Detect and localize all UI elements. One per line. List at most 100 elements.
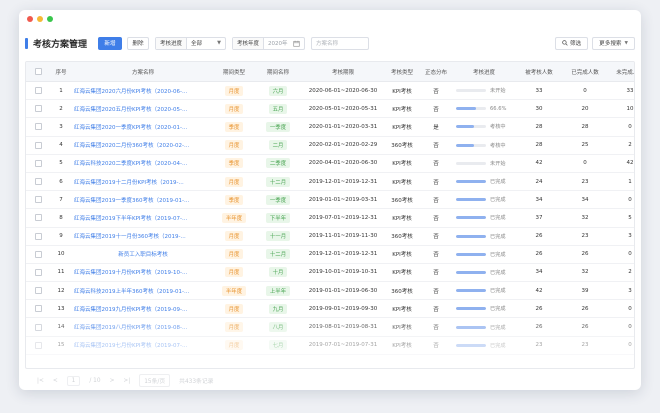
progress-filter[interactable]: 考核进度 全部 ▼ bbox=[155, 36, 227, 50]
new-button[interactable]: 新增 bbox=[98, 36, 123, 50]
delete-button[interactable]: 删除 bbox=[127, 36, 150, 50]
table-row[interactable]: 12 红海云科技2019上半年360考核（2019-01-... 半年度 上半年 201… bbox=[26, 282, 634, 301]
page-input[interactable]: 1 bbox=[66, 375, 81, 386]
plan-name-link[interactable]: 红海云集团2019十一月份360考核（2019-... bbox=[72, 232, 214, 240]
close-window-button[interactable] bbox=[27, 16, 33, 22]
table-row[interactable]: 8 红海云集团2019下半年KPI考核（2019-07-... 半年度 下半年 2019… bbox=[26, 209, 634, 228]
row-select-cell[interactable] bbox=[26, 123, 50, 131]
search-input[interactable]: 方案名称 bbox=[311, 36, 370, 50]
select-all-cell[interactable] bbox=[26, 68, 50, 75]
row-checkbox[interactable] bbox=[34, 250, 42, 258]
row-checkbox[interactable] bbox=[34, 214, 42, 222]
row-checkbox[interactable] bbox=[34, 287, 42, 295]
plan-name-link[interactable]: 红海云集团2019七月份KPI考核（2019-07-... bbox=[72, 341, 214, 349]
table-row[interactable]: 4 红海云集团2020二月份360考核（2020-02-... 月度 二月 2020-0… bbox=[26, 137, 634, 155]
table-row[interactable]: 3 红海云集团2020一季度KPI考核（2020-01-... 季度 一季度 2020-… bbox=[26, 118, 634, 137]
progress-bar bbox=[456, 343, 486, 347]
next-page-icon[interactable]: > bbox=[110, 378, 115, 384]
row-checkbox[interactable] bbox=[34, 196, 42, 204]
plan-name-link[interactable]: 红海云集团2019八月份KPI考核（2019-08-... bbox=[72, 323, 214, 331]
progress-fill bbox=[456, 270, 486, 274]
row-checkbox[interactable] bbox=[34, 123, 42, 131]
plan-name-link[interactable]: 红海云集团2020五月份KPI考核（2020-05-... bbox=[72, 105, 214, 113]
row-select-cell[interactable] bbox=[26, 250, 50, 258]
plan-name-link[interactable]: 红海云集团2019十二月份KPI考核（2019-... bbox=[72, 178, 214, 186]
year-filter-picker[interactable]: 2020年 bbox=[264, 39, 304, 47]
year-filter[interactable]: 考核年度 2020年 bbox=[232, 36, 306, 50]
progress-fill bbox=[456, 107, 476, 111]
row-select-cell[interactable] bbox=[26, 214, 50, 222]
filter-button-label: 筛选 bbox=[569, 41, 582, 47]
row-select-cell[interactable] bbox=[26, 323, 50, 331]
row-checkbox[interactable] bbox=[34, 159, 42, 167]
page-size-select[interactable]: 15条/页 bbox=[139, 374, 171, 387]
period-type-cell: 季度 bbox=[214, 121, 254, 132]
first-page-icon[interactable]: |< bbox=[37, 378, 44, 384]
table-row[interactable]: 5 红海云科技2020二季度KPI考核（2020-04-... 季度 二季度 2020-… bbox=[26, 155, 634, 173]
plan-name-link[interactable]: 红海云集团2019十月份KPI考核（2019-10-... bbox=[72, 268, 214, 276]
row-select-cell[interactable] bbox=[26, 232, 50, 240]
table-row[interactable]: 10 新员工入职目标考核 月度 十二月 2019-12-01~2019-12-31 KPI… bbox=[26, 246, 634, 264]
incomplete-count: 0 bbox=[628, 251, 632, 258]
row-select-cell[interactable] bbox=[26, 87, 50, 95]
row-checkbox[interactable] bbox=[34, 178, 42, 186]
row-select-cell[interactable] bbox=[26, 105, 50, 113]
row-select-cell[interactable] bbox=[26, 159, 50, 167]
table-row[interactable]: 11 红海云集团2019十月份KPI考核（2019-10-... 月度 十月 2019-… bbox=[26, 264, 634, 283]
plan-name-link[interactable]: 红海云集团2020六月份KPI考核（2020-06-... bbox=[72, 87, 214, 95]
period-name-tag: 十一月 bbox=[265, 231, 291, 242]
row-checkbox[interactable] bbox=[34, 105, 42, 113]
plan-name-link[interactable]: 红海云集团2020二月份360考核（2020-02-... bbox=[72, 141, 214, 149]
table-row[interactable]: 1 红海云集团2020六月份KPI考核（2020-06-... 月度 六月 2020-0… bbox=[26, 82, 634, 101]
period-name-tag: 二季度 bbox=[265, 158, 291, 169]
plan-name-link[interactable]: 新员工入职目标考核 bbox=[72, 250, 214, 258]
row-checkbox[interactable] bbox=[34, 305, 42, 313]
table-row[interactable]: 9 红海云集团2019十一月份360考核（2019-... 月度 十一月 2019-11… bbox=[26, 228, 634, 246]
table-row[interactable]: 6 红海云集团2019十二月份KPI考核（2019-... 月度 十二月 2019-12… bbox=[26, 173, 634, 192]
progress-cell: 未开始 bbox=[452, 160, 516, 167]
period-name-tag: 八月 bbox=[268, 322, 288, 333]
row-select-cell[interactable] bbox=[26, 305, 50, 313]
period-type-tag: 季度 bbox=[224, 121, 244, 132]
minimize-window-button[interactable] bbox=[37, 16, 43, 22]
plan-name-link[interactable]: 红海云集团2019下半年KPI考核（2019-07-... bbox=[72, 214, 214, 222]
prev-page-icon[interactable]: < bbox=[53, 378, 58, 384]
period-type-cell: 月度 bbox=[214, 85, 254, 96]
assessed-count: 26 bbox=[535, 233, 543, 240]
row-select-cell[interactable] bbox=[26, 268, 50, 276]
plan-name-link[interactable]: 红海云集团2019九月份KPI考核（2019-09-... bbox=[72, 305, 214, 313]
completed-count: 25 bbox=[581, 142, 589, 149]
range-cell: 2019-01-01~2019-06-30 bbox=[308, 287, 378, 294]
row-checkbox[interactable] bbox=[34, 87, 42, 95]
table-row[interactable]: 2 红海云集团2020五月份KPI考核（2020-05-... 月度 五月 2020-0… bbox=[26, 100, 634, 119]
filter-button[interactable]: 筛选 bbox=[554, 36, 589, 50]
row-checkbox[interactable] bbox=[34, 141, 42, 149]
row-select-cell[interactable] bbox=[26, 287, 50, 295]
more-search-button[interactable]: 更多搜索 ▼ bbox=[592, 36, 635, 50]
row-checkbox[interactable] bbox=[34, 341, 42, 349]
progress-cell: 已完成 bbox=[452, 196, 516, 203]
period-type-tag: 半年度 bbox=[221, 212, 247, 223]
row-select-cell[interactable] bbox=[26, 178, 50, 186]
row-checkbox[interactable] bbox=[34, 232, 42, 240]
period-name-cell: 六月 bbox=[254, 85, 302, 96]
plan-name-link[interactable]: 红海云科技2020二季度KPI考核（2020-04-... bbox=[72, 159, 214, 167]
progress-filter-select[interactable]: 全部 ▼ bbox=[187, 39, 225, 47]
row-select-cell[interactable] bbox=[26, 341, 50, 349]
period-name-cell: 五月 bbox=[254, 103, 302, 114]
period-name-cell: 一季度 bbox=[254, 194, 302, 205]
table-row[interactable]: 15 红海云集团2019七月份KPI考核（2019-07-... 月度 七月 2019-… bbox=[26, 337, 634, 355]
last-page-icon[interactable]: >| bbox=[123, 378, 130, 384]
row-select-cell[interactable] bbox=[26, 196, 50, 204]
plan-name-link[interactable]: 红海云集团2019一季度360考核（2019-01-... bbox=[72, 196, 214, 204]
row-checkbox[interactable] bbox=[34, 323, 42, 331]
row-select-cell[interactable] bbox=[26, 141, 50, 149]
table-row[interactable]: 14 红海云集团2019八月份KPI考核（2019-08-... 月度 八月 2019-… bbox=[26, 318, 634, 337]
row-checkbox[interactable] bbox=[34, 268, 42, 276]
plan-name-link[interactable]: 红海云集团2020一季度KPI考核（2020-01-... bbox=[72, 123, 214, 131]
select-all-checkbox[interactable] bbox=[34, 68, 42, 75]
plan-name-link[interactable]: 红海云科技2019上半年360考核（2019-01-... bbox=[72, 287, 214, 295]
table-row[interactable]: 7 红海云集团2019一季度360考核（2019-01-... 季度 一季度 2019-… bbox=[26, 191, 634, 210]
maximize-window-button[interactable] bbox=[47, 16, 53, 22]
table-row[interactable]: 13 红海云集团2019九月份KPI考核（2019-09-... 月度 九月 2019-… bbox=[26, 300, 634, 319]
